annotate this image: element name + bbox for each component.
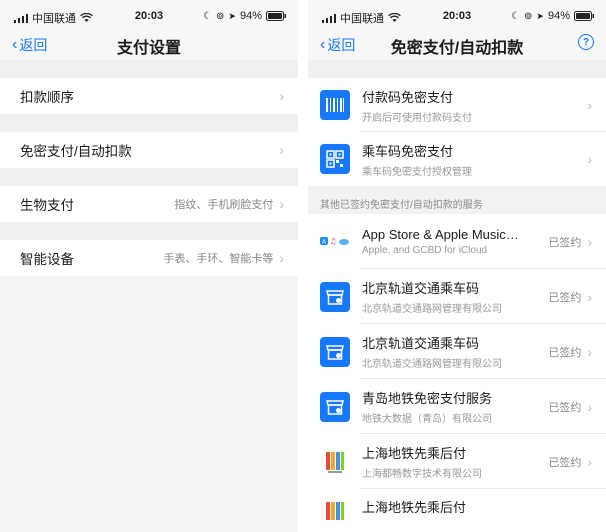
row-text: 北京轨道交通乘车码 北京轨道交通路网管理有限公司 [362,278,548,315]
menu-item-value: 指纹、手机刷脸支付 [174,199,274,211]
metro-shop-icon [320,391,350,422]
nav-bar: ‹ 返回 免密支付/自动扣款 ? [308,32,606,60]
metro-shop-icon [320,281,350,312]
row-text: App Store & Apple Music… Apple, and GCBD… [362,227,548,256]
menu-item-biometric[interactable]: 生物支付 指纹、手机刷脸支付 › [0,186,298,222]
svg-text:♫: ♫ [329,237,336,246]
service-row[interactable]: 北京轨道交通乘车码 北京轨道交通路网管理有限公司 已签约 › [308,324,606,379]
status-bar: 中国联通 20:03 ☾ ⊚ ➤ 94% [308,0,606,32]
service-row[interactable]: 青岛地铁免密支付服务 地铁大数据（青岛）有限公司 已签约 › [308,379,606,434]
password-free-screen: 中国联通 20:03 ☾ ⊚ ➤ 94% ‹ 返回 免密支付/自动扣款 ? 付款… [308,0,606,532]
lock-rotation-icon: ⊚ [524,10,533,22]
row-title: 青岛地铁免密支付服务 [362,391,493,406]
menu-item-smart-devices[interactable]: 智能设备 手表、手环、智能卡等 › [0,240,298,276]
help-button[interactable]: ? [578,34,594,50]
row-text: 付款码免密支付 开启后可使用付款码支付 [362,87,587,124]
menu-item-label: 生物支付 [20,198,74,213]
row-subtitle: 北京轨道交通路网管理有限公司 [362,304,502,315]
moon-icon: ☾ [203,10,213,22]
apple-services-icon: A ♫ [320,227,350,257]
chevron-right-icon: › [279,196,284,212]
signed-status: 已签约 [548,456,582,469]
row-subtitle: 开启后可使用付款码支付 [362,112,472,124]
signed-status: 已签约 [548,401,582,414]
chevron-right-icon: › [587,97,592,113]
battery-icon [574,11,594,21]
chevron-right-icon: › [587,151,592,167]
payment-code-password-free-row[interactable]: 付款码免密支付 开启后可使用付款码支付 › [308,78,606,132]
barcode-icon [320,90,350,120]
nav-bar: ‹ 返回 支付设置 [0,32,298,60]
qrcode-icon [320,144,350,174]
menu-item-label: 智能设备 [20,252,74,267]
battery-percent: 94% [547,10,570,22]
row-text: 青岛地铁免密支付服务 地铁大数据（青岛）有限公司 [362,388,548,425]
chevron-right-icon: › [587,453,592,470]
row-text: 乘车码免密支付 乘车码免密支付授权管理 [362,141,587,178]
empty-area [0,276,298,532]
row-subtitle: 北京轨道交通路网管理有限公司 [362,359,502,370]
moon-icon: ☾ [511,10,521,22]
spacer [0,60,298,78]
spacer [0,168,298,186]
metro-bars-icon [320,447,350,477]
service-row[interactable]: 上海地铁先乘后付 [308,489,606,532]
lock-rotation-icon: ⊚ [216,10,225,22]
service-row[interactable]: A ♫ App Store & Apple Music… Apple, and G… [308,214,606,269]
spacer [308,60,606,78]
section-header: 其他已签约免密支付/自动扣款的服务 [308,186,606,214]
row-text: 上海地铁先乘后付 [362,497,592,516]
metro-shop-icon [320,336,350,367]
chevron-right-icon: › [279,88,284,104]
row-title: 北京轨道交通乘车码 [362,336,480,351]
row-text: 上海地铁先乘后付 上海都畅数字技术有限公司 [362,443,548,480]
row-title: 上海地铁先乘后付 [362,500,467,515]
payment-settings-screen: 中国联通 20:03 ☾ ⊚ ➤ 94% ‹ 返回 支付设置 扣款顺序 › 免密… [0,0,298,532]
metro-bars-icon [320,497,350,527]
chevron-right-icon: › [587,288,592,305]
service-row[interactable]: 北京轨道交通乘车码 北京轨道交通路网管理有限公司 已签约 › [308,269,606,324]
menu-item-value: 手表、手环、智能卡等 [163,253,274,265]
signed-status: 已签约 [548,236,582,249]
row-subtitle: Apple, and GCBD for iCloud [362,245,488,256]
row-subtitle: 地铁大数据（青岛）有限公司 [362,414,492,425]
chevron-right-icon: › [279,250,284,266]
row-title: 北京轨道交通乘车码 [362,281,480,296]
menu-item-label: 免密支付/自动扣款 [20,144,132,159]
battery-icon [266,11,286,21]
transit-code-password-free-row[interactable]: 乘车码免密支付 乘车码免密支付授权管理 › [308,132,606,186]
battery-percent: 94% [239,10,262,22]
chevron-right-icon: › [279,142,284,158]
page-title: 免密支付/自动扣款 [390,40,524,57]
row-title: 乘车码免密支付 [362,143,454,159]
chevron-right-icon: › [587,343,592,360]
menu-item-deduction-order[interactable]: 扣款顺序 › [0,78,298,114]
service-row[interactable]: 上海地铁先乘后付 上海都畅数字技术有限公司 已签约 › [308,434,606,489]
spacer [0,222,298,240]
chevron-right-icon: › [587,398,592,415]
signed-status: 已签约 [548,346,582,359]
screens: 中国联通 20:03 ☾ ⊚ ➤ 94% ‹ 返回 支付设置 扣款顺序 › 免密… [0,0,606,532]
row-title: App Store & Apple Music… [362,227,519,242]
row-title: 上海地铁先乘后付 [362,446,467,461]
menu-item-password-free[interactable]: 免密支付/自动扣款 › [0,132,298,168]
status-right: ☾ ⊚ ➤ 94% [203,10,286,22]
signed-status: 已签约 [548,291,582,304]
location-icon: ➤ [536,10,544,21]
location-icon: ➤ [228,10,236,21]
status-bar: 中国联通 20:03 ☾ ⊚ ➤ 94% [0,0,298,32]
row-subtitle: 上海都畅数字技术有限公司 [362,469,482,480]
spacer [0,114,298,132]
row-text: 北京轨道交通乘车码 北京轨道交通路网管理有限公司 [362,333,548,370]
page-title: 支付设置 [116,40,181,57]
menu-item-label: 扣款顺序 [20,90,74,105]
status-right: ☾ ⊚ ➤ 94% [511,10,594,22]
row-subtitle: 乘车码免密支付授权管理 [362,166,472,178]
row-title: 付款码免密支付 [362,89,454,105]
chevron-right-icon: › [587,233,592,250]
